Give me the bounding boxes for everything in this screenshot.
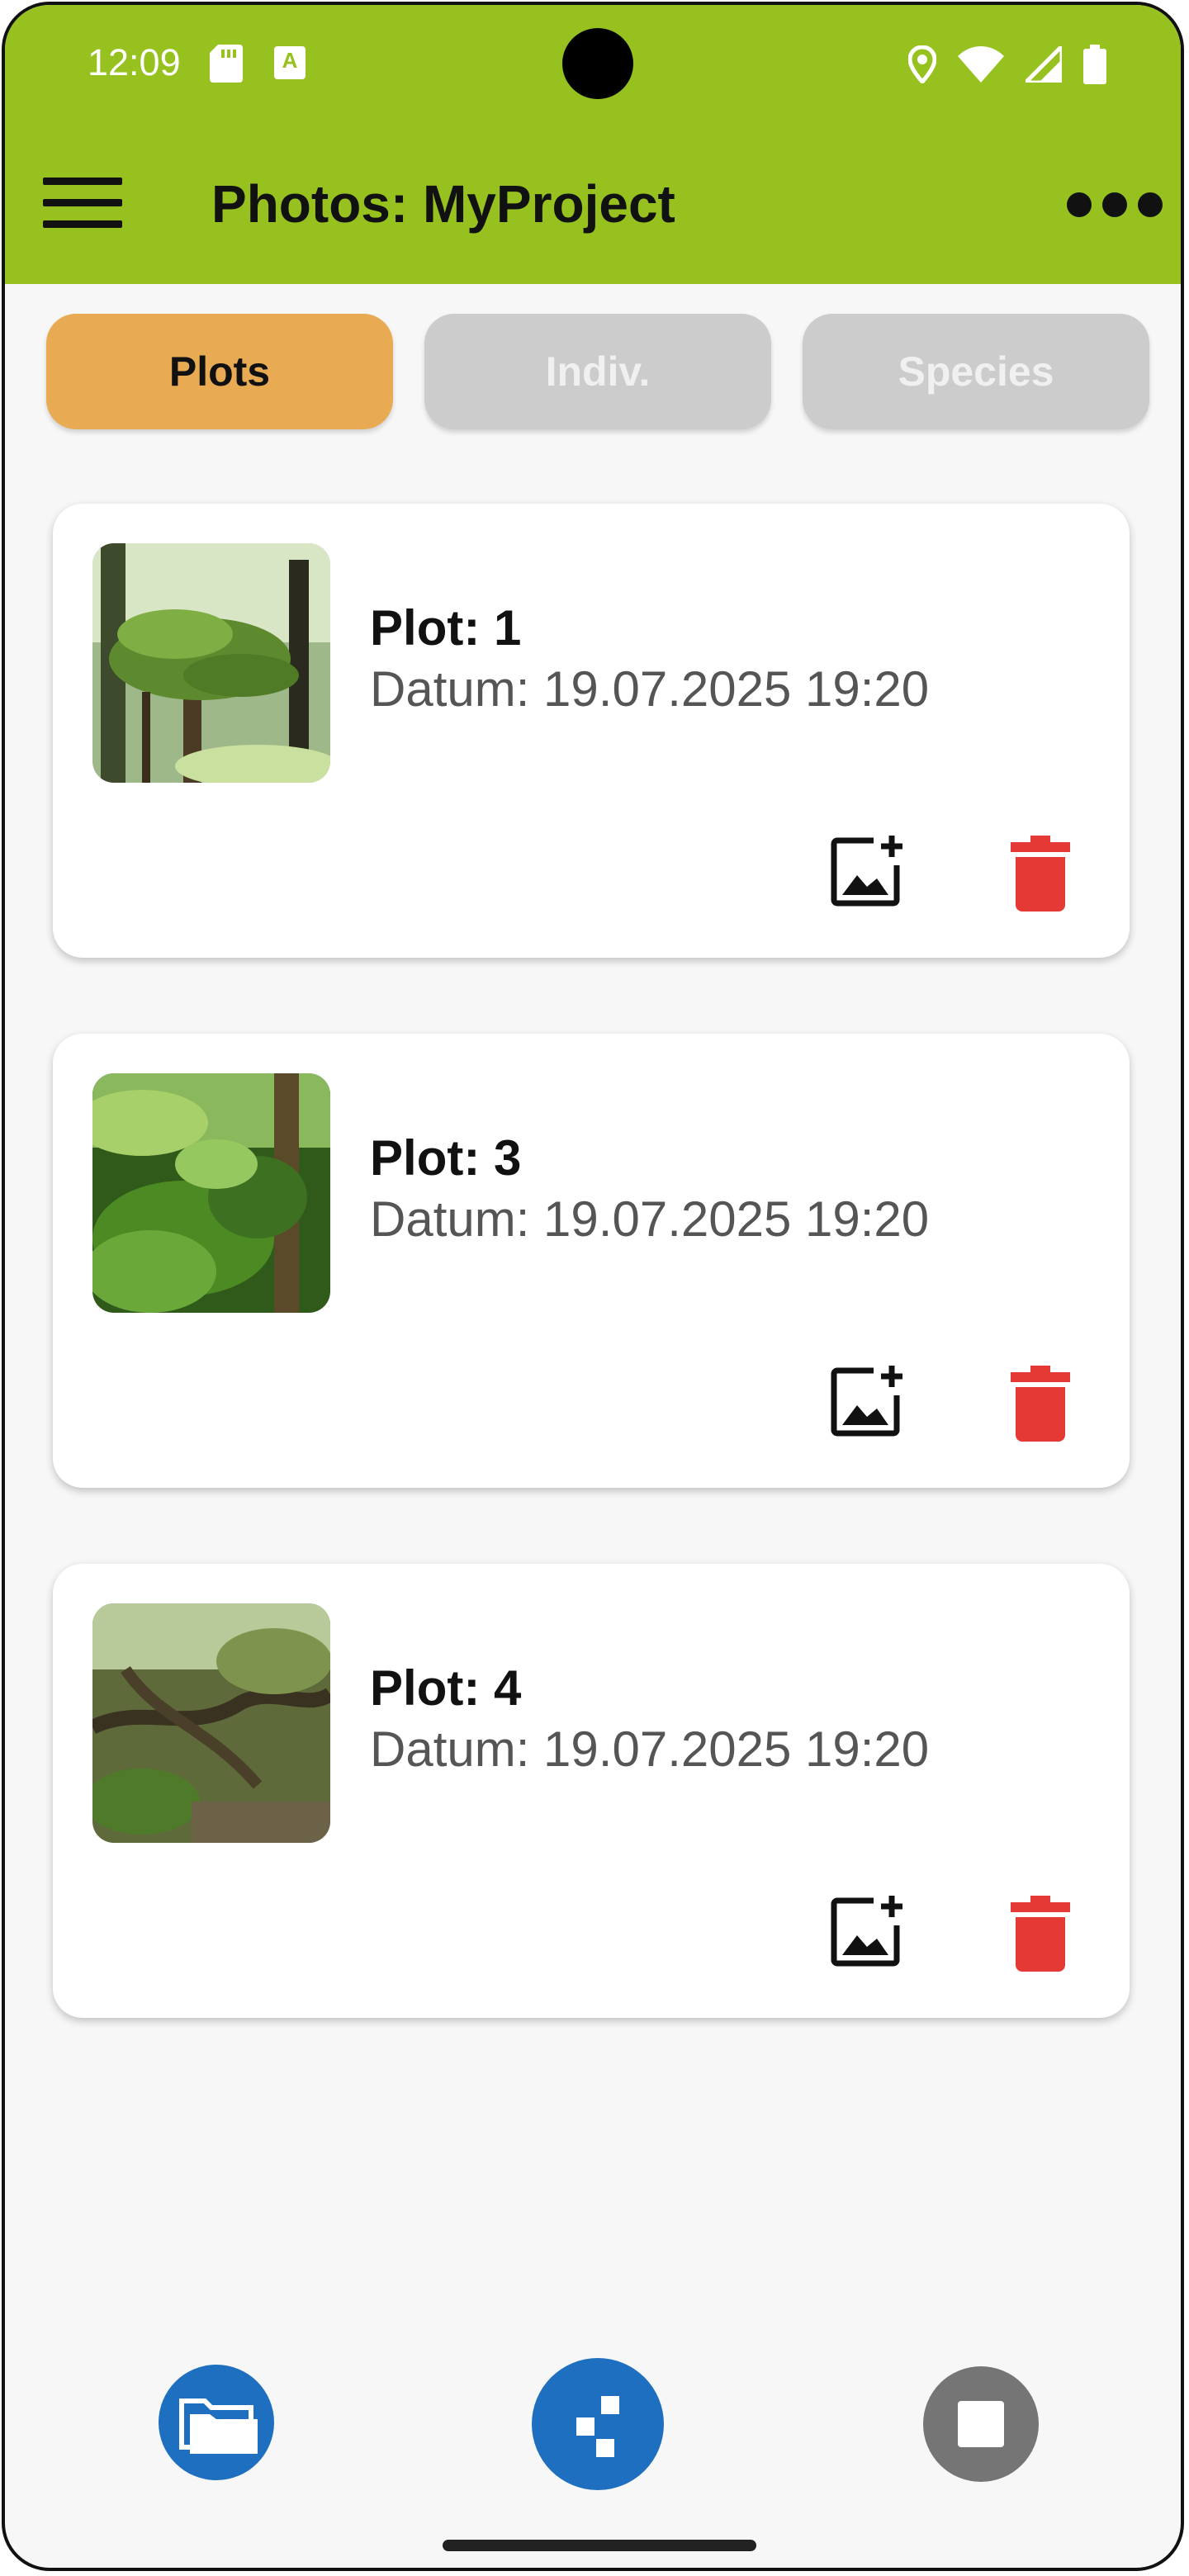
plot-date: Datum: 19.07.2025 19:20 <box>370 1191 930 1247</box>
page-title: Photos: MyProject <box>211 174 675 234</box>
status-time: 12:09 <box>88 41 181 83</box>
more-horizontal-icon[interactable] <box>1067 188 1163 221</box>
plot-card[interactable]: Plot: 4 Datum: 19.07.2025 19:20 <box>53 1564 1130 2018</box>
status-icons <box>908 41 1106 88</box>
tab-indiv[interactable]: Indiv. <box>424 314 771 429</box>
hamburger-menu-icon[interactable] <box>43 174 126 232</box>
add-photo-icon[interactable] <box>829 1362 908 1442</box>
plot-title: Plot: 4 <box>370 1660 522 1716</box>
stop-icon <box>958 2401 1004 2447</box>
plot-title: Plot: 1 <box>370 600 522 656</box>
front-camera <box>562 28 633 99</box>
plot-date: Datum: 19.07.2025 19:20 <box>370 1721 930 1777</box>
plot-card[interactable]: Plot: 3 Datum: 19.07.2025 19:20 <box>53 1034 1130 1488</box>
app-bar: 12:09 A Photos: MyProject <box>5 5 1181 284</box>
add-photo-icon[interactable] <box>829 1892 908 1972</box>
delete-trash-icon[interactable] <box>1011 836 1070 912</box>
signal-icon <box>1026 46 1062 83</box>
plot-title: Plot: 3 <box>370 1130 522 1186</box>
pattern-icon <box>576 2396 619 2457</box>
delete-trash-icon[interactable] <box>1011 1896 1070 1972</box>
phone-screen: 12:09 A Photos: MyProject Plots Indiv. S… <box>2 2 1184 2571</box>
plot-photo-thumbnail[interactable] <box>92 1073 330 1313</box>
plot-date: Datum: 19.07.2025 19:20 <box>370 661 930 717</box>
tab-plots[interactable]: Plots <box>46 314 393 429</box>
location-icon <box>908 45 936 83</box>
delete-trash-icon[interactable] <box>1011 1366 1070 1442</box>
add-photo-icon[interactable] <box>829 832 908 912</box>
sd-card-icon <box>210 45 243 83</box>
pattern-button[interactable] <box>532 2358 664 2490</box>
folder-button[interactable] <box>159 2365 274 2480</box>
home-indicator[interactable] <box>443 2540 756 2551</box>
plot-card[interactable]: Plot: 1 Datum: 19.07.2025 19:20 <box>53 504 1130 958</box>
stop-button[interactable] <box>923 2366 1039 2482</box>
wifi-icon <box>958 46 1004 83</box>
plot-photo-thumbnail[interactable] <box>92 1603 330 1843</box>
a-notification-icon: A <box>274 46 306 79</box>
tab-species[interactable]: Species <box>803 314 1149 429</box>
status-bar: 12:09 A <box>5 5 1181 121</box>
plot-photo-thumbnail[interactable] <box>92 543 330 783</box>
battery-icon <box>1083 45 1106 84</box>
folder-icon <box>179 2398 258 2454</box>
